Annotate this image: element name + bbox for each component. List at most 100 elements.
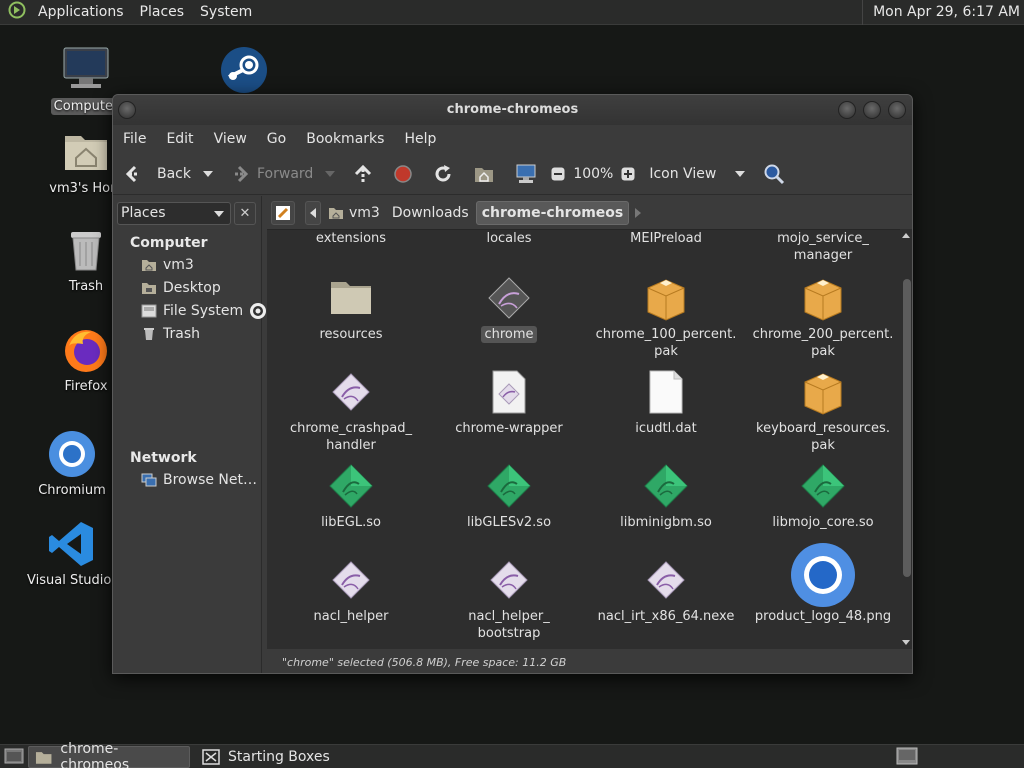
- back-button[interactable]: Back: [121, 158, 195, 190]
- maximize-button[interactable]: [863, 101, 881, 119]
- search-icon: [764, 164, 785, 184]
- path-segment-current[interactable]: chrome-chromeos: [475, 200, 630, 225]
- file-item[interactable]: libminigbm.so: [587, 462, 745, 531]
- distro-logo-icon[interactable]: [8, 1, 30, 23]
- location-toggle-button[interactable]: [271, 200, 295, 225]
- window-titlebar[interactable]: chrome-chromeos: [113, 95, 912, 125]
- task-chrome-chromeos[interactable]: chrome-chromeos: [28, 741, 190, 768]
- reload-icon: [435, 164, 451, 181]
- zoom-in-button[interactable]: [617, 158, 639, 190]
- vscode-icon: [47, 520, 97, 568]
- menu-system[interactable]: System: [192, 0, 260, 25]
- file-icon-grid[interactable]: extensions locales MEIPreload mojo_service_…: [267, 229, 912, 649]
- eject-icon[interactable]: [249, 302, 267, 320]
- up-arrow-icon: [355, 164, 372, 182]
- menu-places[interactable]: Places: [132, 0, 193, 25]
- file-item[interactable]: chrome_100_percent. pak: [587, 274, 745, 360]
- window-menu-button[interactable]: [118, 101, 136, 119]
- desktop-icon-steam[interactable]: [196, 46, 292, 98]
- show-desktop-icon[interactable]: [4, 747, 26, 767]
- menu-applications[interactable]: Applications: [30, 0, 132, 25]
- home-button[interactable]: [463, 158, 505, 190]
- file-item[interactable]: keyboard_resources. pak: [744, 368, 902, 454]
- reload-button[interactable]: [423, 158, 463, 190]
- sidebar-item-filesystem[interactable]: File System: [141, 301, 267, 321]
- file-item[interactable]: resources: [272, 274, 430, 343]
- stop-button[interactable]: [383, 158, 423, 190]
- sidebar-type-value: Places: [121, 205, 166, 221]
- file-item-label: libEGL.so: [321, 515, 381, 530]
- minimize-button[interactable]: [838, 101, 856, 119]
- computer-icon: [61, 46, 111, 94]
- sidebar-item-vm3[interactable]: vm3: [141, 255, 194, 275]
- exec-file-icon: [327, 368, 375, 416]
- file-item[interactable]: icudtl.dat: [587, 368, 745, 437]
- forward-button[interactable]: Forward: [221, 158, 317, 190]
- up-button[interactable]: [343, 158, 383, 190]
- file-item-label: chrome: [481, 326, 537, 343]
- scroll-up-icon[interactable]: [902, 233, 910, 238]
- back-history-dropdown[interactable]: [195, 158, 221, 190]
- file-item[interactable]: extensions: [272, 230, 430, 247]
- sidebar-item-desktop[interactable]: Desktop: [141, 278, 221, 298]
- task-label: chrome-chromeos: [60, 740, 130, 768]
- forward-history-dropdown[interactable]: [317, 158, 343, 190]
- view-mode-select[interactable]: Icon View: [639, 158, 751, 190]
- file-item[interactable]: mojo_service_ manager: [744, 230, 902, 264]
- chromium-logo-file-icon: [790, 542, 856, 608]
- file-item-label: chrome_100_percent. pak: [595, 327, 737, 359]
- path-segment-downloads[interactable]: Downloads: [387, 201, 474, 225]
- chevron-down-icon: [735, 170, 746, 177]
- task-starting-boxes[interactable]: Starting Boxes: [196, 746, 336, 768]
- path-scroll-right[interactable]: [631, 201, 645, 225]
- menu-help[interactable]: Help: [394, 131, 446, 147]
- file-item[interactable]: chrome_crashpad_ handler: [272, 368, 430, 454]
- file-item[interactable]: chrome: [430, 274, 588, 343]
- file-item[interactable]: libmojo_core.so: [744, 462, 902, 531]
- computer-button[interactable]: [505, 158, 547, 190]
- file-item[interactable]: chrome-wrapper: [430, 368, 588, 437]
- script-file-icon: [485, 368, 533, 416]
- clock[interactable]: Mon Apr 29, 6:17 AM: [862, 0, 1020, 25]
- menu-go[interactable]: Go: [257, 131, 296, 147]
- file-item[interactable]: libGLESv2.so: [430, 462, 588, 531]
- sidebar-type-select[interactable]: Places: [117, 202, 231, 225]
- menu-file[interactable]: File: [113, 131, 156, 147]
- workspace-switcher[interactable]: [896, 747, 920, 767]
- sidebar-item-trash[interactable]: Trash: [141, 324, 200, 344]
- menu-view[interactable]: View: [204, 131, 257, 147]
- file-item[interactable]: libEGL.so: [272, 462, 430, 531]
- file-item[interactable]: chrome_200_percent. pak: [744, 274, 902, 360]
- file-item[interactable]: nacl_helper_ bootstrap: [430, 556, 588, 642]
- file-item-label: nacl_irt_x86_64.nexe: [597, 609, 735, 624]
- file-item[interactable]: locales: [430, 230, 588, 247]
- search-button[interactable]: [751, 158, 797, 190]
- sidebar-item-browse-network[interactable]: Browse Net…: [141, 470, 257, 490]
- edit-location-icon: [276, 205, 290, 220]
- home-folder-icon: [329, 207, 343, 219]
- package-file-icon: [799, 368, 847, 416]
- desktop-icon-chromium[interactable]: Chromium: [24, 430, 120, 499]
- path-scroll-left[interactable]: [305, 200, 321, 225]
- menu-bookmarks[interactable]: Bookmarks: [296, 131, 394, 147]
- library-file-icon: [799, 462, 847, 510]
- path-segment-vm3[interactable]: vm3: [323, 201, 385, 225]
- menu-edit[interactable]: Edit: [156, 131, 203, 147]
- file-item[interactable]: product_logo_48.png: [744, 543, 902, 625]
- close-button[interactable]: [888, 101, 906, 119]
- vertical-scrollbar[interactable]: [900, 229, 912, 649]
- file-item[interactable]: nacl_irt_x86_64.nexe: [587, 556, 745, 625]
- scroll-down-icon[interactable]: [902, 640, 910, 645]
- desktop-icon-vscode[interactable]: Visual Studio Co: [24, 520, 133, 589]
- zoom-level: 100%: [573, 165, 614, 182]
- sidebar-close-button[interactable]: ✕: [234, 202, 256, 225]
- path-segment-label: vm3: [349, 204, 380, 221]
- stop-icon: [394, 164, 413, 183]
- chromium-icon: [47, 430, 97, 478]
- chevron-right-icon: [635, 207, 642, 218]
- scrollbar-thumb[interactable]: [903, 279, 911, 577]
- zoom-out-button[interactable]: [547, 158, 569, 190]
- file-item[interactable]: nacl_helper: [272, 556, 430, 625]
- task-label: Starting Boxes: [228, 748, 330, 765]
- file-item[interactable]: MEIPreload: [587, 230, 745, 247]
